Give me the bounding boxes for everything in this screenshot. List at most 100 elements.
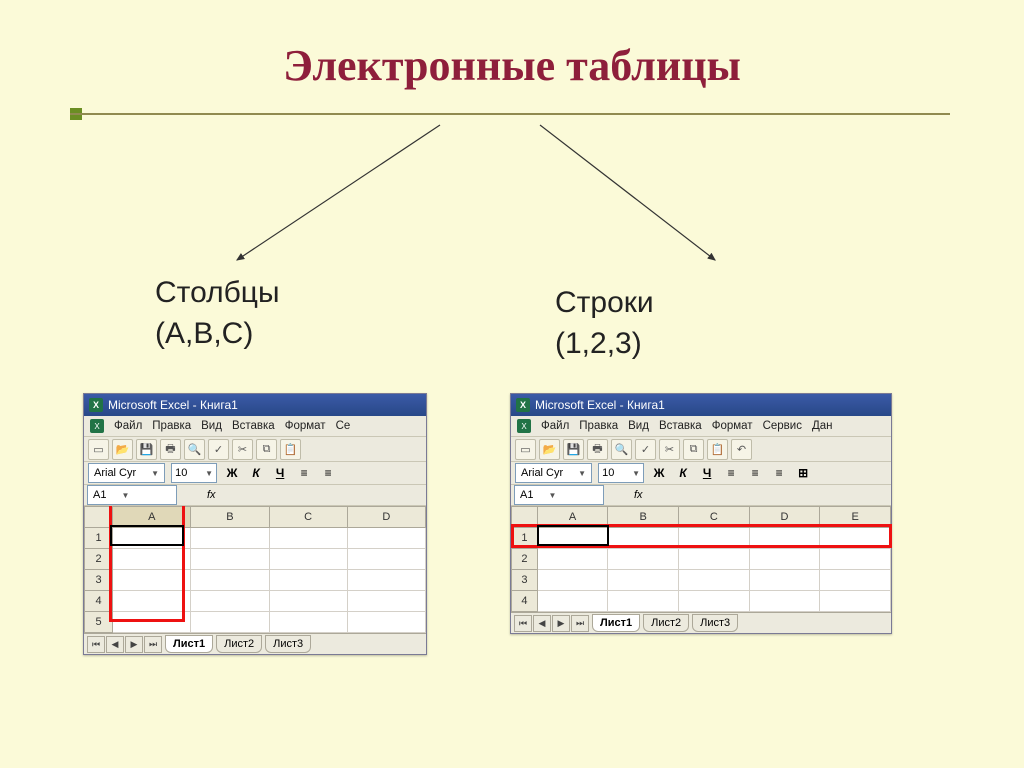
paste-icon[interactable]: 📋 xyxy=(707,439,728,460)
save-icon[interactable]: 💾 xyxy=(136,439,157,460)
cell[interactable] xyxy=(820,570,891,591)
font-size-selector[interactable]: 10 ▼ xyxy=(171,463,217,483)
sheet-tab-3[interactable]: Лист3 xyxy=(265,635,311,653)
sheet-tab-2[interactable]: Лист2 xyxy=(216,635,262,653)
cell[interactable] xyxy=(608,570,679,591)
cell[interactable] xyxy=(347,591,425,612)
italic-button[interactable]: К xyxy=(247,464,265,482)
align-left-icon[interactable]: ≡ xyxy=(722,464,740,482)
tab-nav-prev-icon[interactable]: ◀ xyxy=(533,615,551,632)
cell[interactable] xyxy=(537,591,608,612)
fx-icon[interactable]: fx xyxy=(207,489,216,501)
save-icon[interactable]: 💾 xyxy=(563,439,584,460)
new-icon[interactable]: ▭ xyxy=(88,439,109,460)
print-preview-icon[interactable]: 🔍 xyxy=(611,439,632,460)
font-selector[interactable]: Arial Cyr ▼ xyxy=(88,463,165,483)
spell-icon[interactable]: ✓ xyxy=(208,439,229,460)
merge-icon[interactable]: ⊞ xyxy=(794,464,812,482)
paste-icon[interactable]: 📋 xyxy=(280,439,301,460)
italic-button[interactable]: К xyxy=(674,464,692,482)
font-selector[interactable]: Arial Cyr ▼ xyxy=(515,463,592,483)
cell[interactable] xyxy=(608,591,679,612)
tab-nav-prev-icon[interactable]: ◀ xyxy=(106,636,124,653)
menu-insert[interactable]: Вставка xyxy=(659,420,702,432)
sheet-tab-1[interactable]: Лист1 xyxy=(165,635,213,653)
copy-icon[interactable]: ⧉ xyxy=(683,439,704,460)
print-preview-icon[interactable]: 🔍 xyxy=(184,439,205,460)
cell[interactable] xyxy=(820,591,891,612)
cell[interactable] xyxy=(537,570,608,591)
cell[interactable] xyxy=(347,528,425,549)
cell[interactable] xyxy=(537,549,608,570)
col-header-D[interactable]: D xyxy=(347,507,425,528)
cell[interactable] xyxy=(749,549,820,570)
menu-edit[interactable]: Правка xyxy=(579,420,618,432)
tab-nav-next-icon[interactable]: ▶ xyxy=(552,615,570,632)
cell[interactable] xyxy=(269,528,347,549)
align-left-icon[interactable]: ≡ xyxy=(295,464,313,482)
cell[interactable] xyxy=(347,549,425,570)
cell[interactable] xyxy=(749,591,820,612)
col-header-C[interactable]: C xyxy=(269,507,347,528)
cell[interactable] xyxy=(749,570,820,591)
undo-icon[interactable]: ↶ xyxy=(731,439,752,460)
name-box[interactable]: A1 ▼ xyxy=(514,485,604,505)
open-icon[interactable]: 📂 xyxy=(112,439,133,460)
cell[interactable] xyxy=(269,549,347,570)
cut-icon[interactable]: ✂ xyxy=(232,439,253,460)
print-icon[interactable]: 🖶 xyxy=(587,439,608,460)
print-icon[interactable]: 🖶 xyxy=(160,439,181,460)
cell[interactable] xyxy=(820,549,891,570)
bold-button[interactable]: Ж xyxy=(223,464,241,482)
cell[interactable] xyxy=(191,528,269,549)
align-right-icon[interactable]: ≡ xyxy=(770,464,788,482)
bold-button[interactable]: Ж xyxy=(650,464,668,482)
col-header-B[interactable]: B xyxy=(191,507,269,528)
cell[interactable] xyxy=(608,549,679,570)
menu-file[interactable]: Файл xyxy=(541,420,569,432)
spell-icon[interactable]: ✓ xyxy=(635,439,656,460)
cell[interactable] xyxy=(679,570,750,591)
cell[interactable] xyxy=(679,591,750,612)
cell[interactable] xyxy=(269,612,347,633)
tab-nav-last-icon[interactable]: ⏭ xyxy=(144,636,162,653)
tab-nav-last-icon[interactable]: ⏭ xyxy=(571,615,589,632)
tab-nav-next-icon[interactable]: ▶ xyxy=(125,636,143,653)
open-icon[interactable]: 📂 xyxy=(539,439,560,460)
underline-button[interactable]: Ч xyxy=(271,464,289,482)
copy-icon[interactable]: ⧉ xyxy=(256,439,277,460)
menu-tools[interactable]: Се xyxy=(336,420,351,432)
menu-data[interactable]: Дан xyxy=(812,420,833,432)
menu-insert[interactable]: Вставка xyxy=(232,420,275,432)
cell[interactable] xyxy=(191,549,269,570)
menu-format[interactable]: Формат xyxy=(285,420,326,432)
menu-file[interactable]: Файл xyxy=(114,420,142,432)
menu-edit[interactable]: Правка xyxy=(152,420,191,432)
row-header[interactable]: 3 xyxy=(512,570,538,591)
cell[interactable] xyxy=(679,549,750,570)
cell[interactable] xyxy=(269,591,347,612)
cell[interactable] xyxy=(191,570,269,591)
cut-icon[interactable]: ✂ xyxy=(659,439,680,460)
cell[interactable] xyxy=(191,591,269,612)
menu-tools[interactable]: Сервис xyxy=(763,420,802,432)
menu-format[interactable]: Формат xyxy=(712,420,753,432)
row-header[interactable]: 4 xyxy=(512,591,538,612)
cell[interactable] xyxy=(347,612,425,633)
underline-button[interactable]: Ч xyxy=(698,464,716,482)
align-center-icon[interactable]: ≡ xyxy=(319,464,337,482)
cell[interactable] xyxy=(347,570,425,591)
sheet-tab-2[interactable]: Лист2 xyxy=(643,614,689,632)
menu-view[interactable]: Вид xyxy=(201,420,222,432)
row-header[interactable]: 2 xyxy=(512,549,538,570)
tab-nav-first-icon[interactable]: ⏮ xyxy=(514,615,532,632)
cell[interactable] xyxy=(269,570,347,591)
align-center-icon[interactable]: ≡ xyxy=(746,464,764,482)
sheet-tab-3[interactable]: Лист3 xyxy=(692,614,738,632)
new-icon[interactable]: ▭ xyxy=(515,439,536,460)
menu-view[interactable]: Вид xyxy=(628,420,649,432)
tab-nav-first-icon[interactable]: ⏮ xyxy=(87,636,105,653)
font-size-selector[interactable]: 10 ▼ xyxy=(598,463,644,483)
name-box[interactable]: A1 ▼ xyxy=(87,485,177,505)
cell[interactable] xyxy=(191,612,269,633)
